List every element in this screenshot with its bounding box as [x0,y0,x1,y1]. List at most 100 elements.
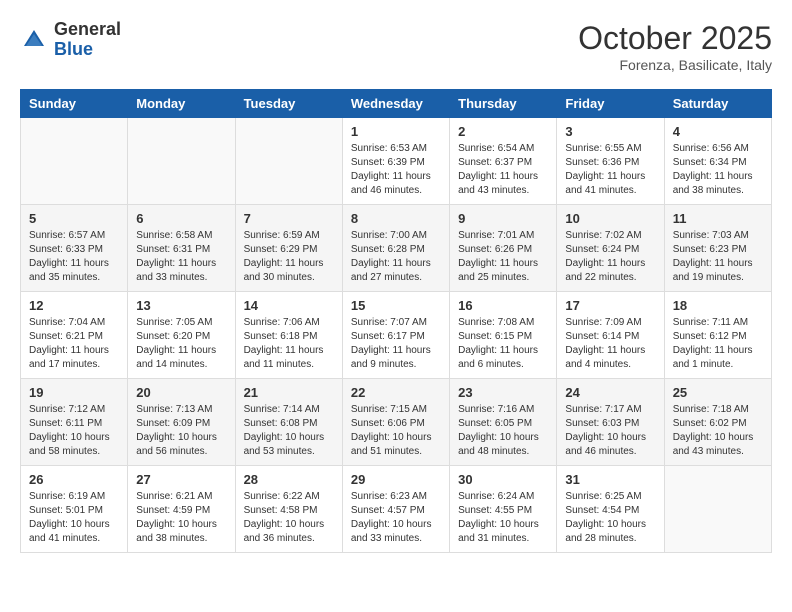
page-header: General Blue October 2025 Forenza, Basil… [20,20,772,73]
header-thursday: Thursday [450,90,557,118]
day-cell-24: 24 Sunrise: 7:17 AM Sunset: 6:03 PM Dayli… [557,379,664,466]
header-saturday: Saturday [664,90,771,118]
day-info: Sunrise: 7:09 AM Sunset: 6:14 PM Dayligh… [565,316,655,372]
day-info: Sunrise: 7:04 AM Sunset: 6:21 PM Dayligh… [29,316,119,372]
day-number: 27 [136,472,226,487]
header-tuesday: Tuesday [235,90,342,118]
day-number: 10 [565,211,655,226]
day-number: 15 [351,298,441,313]
day-info: Sunrise: 7:06 AM Sunset: 6:18 PM Dayligh… [244,316,334,372]
day-cell-18: 18 Sunrise: 7:11 AM Sunset: 6:12 PM Dayli… [664,292,771,379]
empty-cell [664,466,771,553]
week-row-1: 1 Sunrise: 6:53 AM Sunset: 6:39 PM Daylig… [21,118,772,205]
day-info: Sunrise: 7:13 AM Sunset: 6:09 PM Dayligh… [136,403,226,459]
day-cell-5: 5 Sunrise: 6:57 AM Sunset: 6:33 PM Daylig… [21,205,128,292]
header-sunday: Sunday [21,90,128,118]
day-number: 17 [565,298,655,313]
day-cell-6: 6 Sunrise: 6:58 AM Sunset: 6:31 PM Daylig… [128,205,235,292]
day-number: 18 [673,298,763,313]
day-number: 5 [29,211,119,226]
day-number: 28 [244,472,334,487]
day-number: 6 [136,211,226,226]
logo-icon [20,26,48,54]
day-number: 4 [673,124,763,139]
day-number: 21 [244,385,334,400]
day-info: Sunrise: 6:25 AM Sunset: 4:54 PM Dayligh… [565,490,655,546]
month-title: October 2025 [578,20,772,57]
day-number: 1 [351,124,441,139]
day-info: Sunrise: 6:55 AM Sunset: 6:36 PM Dayligh… [565,142,655,198]
day-number: 24 [565,385,655,400]
day-number: 13 [136,298,226,313]
logo-text-blue: Blue [54,39,93,59]
day-number: 22 [351,385,441,400]
header-monday: Monday [128,90,235,118]
location: Forenza, Basilicate, Italy [578,57,772,73]
day-info: Sunrise: 7:15 AM Sunset: 6:06 PM Dayligh… [351,403,441,459]
day-info: Sunrise: 7:18 AM Sunset: 6:02 PM Dayligh… [673,403,763,459]
week-row-2: 5 Sunrise: 6:57 AM Sunset: 6:33 PM Daylig… [21,205,772,292]
day-info: Sunrise: 7:12 AM Sunset: 6:11 PM Dayligh… [29,403,119,459]
day-info: Sunrise: 7:08 AM Sunset: 6:15 PM Dayligh… [458,316,548,372]
week-row-5: 26 Sunrise: 6:19 AM Sunset: 5:01 PM Dayli… [21,466,772,553]
day-number: 8 [351,211,441,226]
day-info: Sunrise: 7:05 AM Sunset: 6:20 PM Dayligh… [136,316,226,372]
day-cell-15: 15 Sunrise: 7:07 AM Sunset: 6:17 PM Dayli… [342,292,449,379]
day-info: Sunrise: 6:57 AM Sunset: 6:33 PM Dayligh… [29,229,119,285]
day-info: Sunrise: 6:21 AM Sunset: 4:59 PM Dayligh… [136,490,226,546]
day-cell-3: 3 Sunrise: 6:55 AM Sunset: 6:36 PM Daylig… [557,118,664,205]
day-cell-16: 16 Sunrise: 7:08 AM Sunset: 6:15 PM Dayli… [450,292,557,379]
day-info: Sunrise: 7:14 AM Sunset: 6:08 PM Dayligh… [244,403,334,459]
day-cell-30: 30Sunrise: 6:24 AM Sunset: 4:55 PM Dayli… [450,466,557,553]
day-number: 3 [565,124,655,139]
day-number: 30 [458,472,548,487]
day-cell-22: 22 Sunrise: 7:15 AM Sunset: 6:06 PM Dayli… [342,379,449,466]
empty-cell [235,118,342,205]
day-number: 2 [458,124,548,139]
day-info: Sunrise: 6:22 AM Sunset: 4:58 PM Dayligh… [244,490,334,546]
day-number: 31 [565,472,655,487]
empty-cell [128,118,235,205]
day-info: Sunrise: 6:23 AM Sunset: 4:57 PM Dayligh… [351,490,441,546]
day-cell-8: 8 Sunrise: 7:00 AM Sunset: 6:28 PM Daylig… [342,205,449,292]
day-info: Sunrise: 6:19 AM Sunset: 5:01 PM Dayligh… [29,490,119,546]
day-info: Sunrise: 7:01 AM Sunset: 6:26 PM Dayligh… [458,229,548,285]
logo: General Blue [20,20,121,60]
day-info: Sunrise: 6:53 AM Sunset: 6:39 PM Dayligh… [351,142,441,198]
day-cell-1: 1 Sunrise: 6:53 AM Sunset: 6:39 PM Daylig… [342,118,449,205]
day-info: Sunrise: 7:17 AM Sunset: 6:03 PM Dayligh… [565,403,655,459]
day-number: 19 [29,385,119,400]
day-cell-31: 31 Sunrise: 6:25 AM Sunset: 4:54 PM Dayli… [557,466,664,553]
day-info: Sunrise: 7:03 AM Sunset: 6:23 PM Dayligh… [673,229,763,285]
day-info: Sunrise: 7:07 AM Sunset: 6:17 PM Dayligh… [351,316,441,372]
day-cell-14: 14 Sunrise: 7:06 AM Sunset: 6:18 PM Dayli… [235,292,342,379]
day-cell-11: 11Sunrise: 7:03 AM Sunset: 6:23 PM Dayli… [664,205,771,292]
day-info: Sunrise: 7:11 AM Sunset: 6:12 PM Dayligh… [673,316,763,372]
day-cell-21: 21 Sunrise: 7:14 AM Sunset: 6:08 PM Dayli… [235,379,342,466]
day-info: Sunrise: 6:59 AM Sunset: 6:29 PM Dayligh… [244,229,334,285]
day-number: 14 [244,298,334,313]
title-block: October 2025 Forenza, Basilicate, Italy [578,20,772,73]
day-number: 16 [458,298,548,313]
day-cell-2: 2Sunrise: 6:54 AM Sunset: 6:37 PM Daylig… [450,118,557,205]
day-cell-27: 27 Sunrise: 6:21 AM Sunset: 4:59 PM Dayli… [128,466,235,553]
day-number: 7 [244,211,334,226]
empty-cell [21,118,128,205]
day-number: 26 [29,472,119,487]
day-cell-20: 20 Sunrise: 7:13 AM Sunset: 6:09 PM Dayli… [128,379,235,466]
day-info: Sunrise: 7:02 AM Sunset: 6:24 PM Dayligh… [565,229,655,285]
day-cell-10: 10 Sunrise: 7:02 AM Sunset: 6:24 PM Dayli… [557,205,664,292]
day-info: Sunrise: 7:16 AM Sunset: 6:05 PM Dayligh… [458,403,548,459]
day-cell-9: 9Sunrise: 7:01 AM Sunset: 6:26 PM Daylig… [450,205,557,292]
day-cell-25: 25 Sunrise: 7:18 AM Sunset: 6:02 PM Dayli… [664,379,771,466]
day-cell-19: 19 Sunrise: 7:12 AM Sunset: 6:11 PM Dayli… [21,379,128,466]
day-number: 25 [673,385,763,400]
day-info: Sunrise: 7:00 AM Sunset: 6:28 PM Dayligh… [351,229,441,285]
day-cell-26: 26 Sunrise: 6:19 AM Sunset: 5:01 PM Dayli… [21,466,128,553]
day-number: 20 [136,385,226,400]
week-row-3: 12Sunrise: 7:04 AM Sunset: 6:21 PM Dayli… [21,292,772,379]
day-cell-12: 12Sunrise: 7:04 AM Sunset: 6:21 PM Dayli… [21,292,128,379]
calendar-header-row: SundayMondayTuesdayWednesdayThursdayFrid… [21,90,772,118]
day-cell-23: 23Sunrise: 7:16 AM Sunset: 6:05 PM Dayli… [450,379,557,466]
day-info: Sunrise: 6:58 AM Sunset: 6:31 PM Dayligh… [136,229,226,285]
